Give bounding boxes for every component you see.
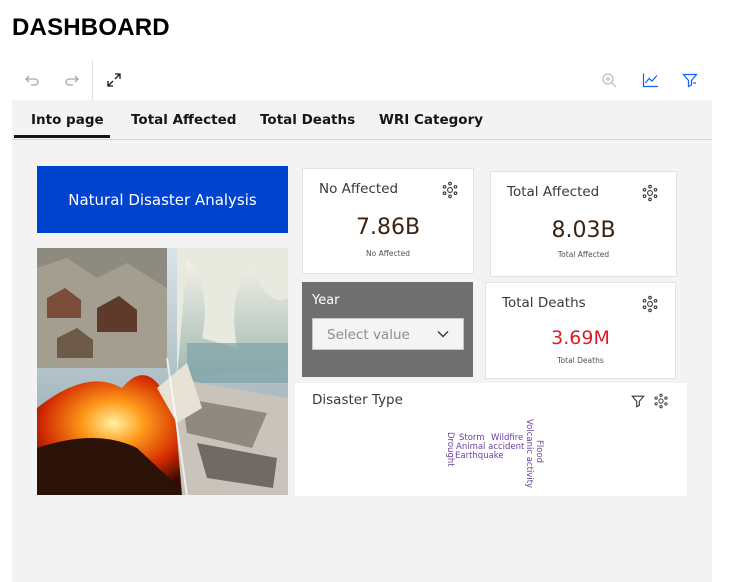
dashboard-canvas: Into page Total Affected Total Deaths WR… — [12, 100, 712, 582]
wordcloud-title: Disaster Type — [312, 392, 403, 408]
undo-button[interactable] — [20, 68, 44, 92]
kpi-value: 3.69M — [551, 327, 610, 349]
active-tab-indicator — [14, 135, 110, 138]
year-filter-title: Year — [312, 293, 340, 308]
banner-title: Natural Disaster Analysis — [37, 166, 288, 233]
settings-icon[interactable] — [641, 295, 659, 313]
card-title: Total Affected — [507, 184, 600, 200]
trend-chart-icon — [642, 73, 658, 88]
expand-icon — [107, 73, 121, 87]
kpi-caption: Total Deaths — [557, 356, 604, 365]
tab-total-affected[interactable]: Total Affected — [131, 112, 236, 128]
kpi-value: 8.03B — [551, 218, 616, 243]
tab-bar: Into page Total Affected Total Deaths WR… — [12, 100, 712, 140]
wordcloud-word-flood[interactable]: Flood — [534, 440, 544, 463]
chevron-down-icon — [437, 331, 449, 338]
filter-icon — [682, 73, 698, 88]
redo-button[interactable] — [60, 68, 84, 92]
toolbar — [12, 60, 712, 100]
disaster-collage-image — [37, 248, 288, 495]
disaster-type-wordcloud: Disaster Type Storm Wildfire Animal acci… — [295, 383, 687, 496]
card-title: Total Deaths — [502, 295, 586, 311]
year-select[interactable]: Select value — [312, 318, 464, 350]
card-title: No Affected — [319, 181, 399, 197]
filter-icon[interactable] — [631, 394, 645, 408]
undo-icon — [25, 75, 39, 86]
tab-wri-category[interactable]: WRI Category — [379, 112, 483, 128]
redo-icon — [65, 75, 79, 86]
page-title: DASHBOARD — [12, 14, 170, 41]
year-filter-panel: Year Select value — [302, 282, 473, 377]
year-select-placeholder: Select value — [327, 327, 410, 343]
tab-into-page[interactable]: Into page — [31, 112, 104, 128]
kpi-caption: No Affected — [366, 249, 410, 258]
kpi-card-total-deaths: Total Deaths 3.69M Total Deaths — [485, 282, 676, 379]
settings-icon[interactable] — [641, 184, 659, 202]
kpi-card-total-affected: Total Affected 8.03B Total Affected — [490, 171, 677, 277]
filter-button[interactable] — [678, 68, 702, 92]
zoom-in-icon — [602, 73, 617, 88]
kpi-caption: Total Affected — [557, 250, 610, 259]
expand-button[interactable] — [102, 68, 126, 92]
zoom-button[interactable] — [597, 68, 621, 92]
kpi-card-no-affected: No Affected 7.86B No Affected — [302, 168, 474, 274]
settings-icon[interactable] — [653, 393, 669, 409]
kpi-value: 7.86B — [355, 215, 421, 240]
wordcloud-word-drought[interactable]: Drought — [445, 432, 455, 467]
toolbar-divider — [92, 60, 93, 100]
wordcloud-word-earthquake[interactable]: Earthquake — [455, 451, 504, 461]
tab-total-deaths[interactable]: Total Deaths — [260, 112, 355, 128]
wordcloud-word-volcanic-activity[interactable]: Volcanic activity — [524, 419, 534, 488]
settings-icon[interactable] — [441, 181, 459, 199]
insights-button[interactable] — [638, 68, 662, 92]
